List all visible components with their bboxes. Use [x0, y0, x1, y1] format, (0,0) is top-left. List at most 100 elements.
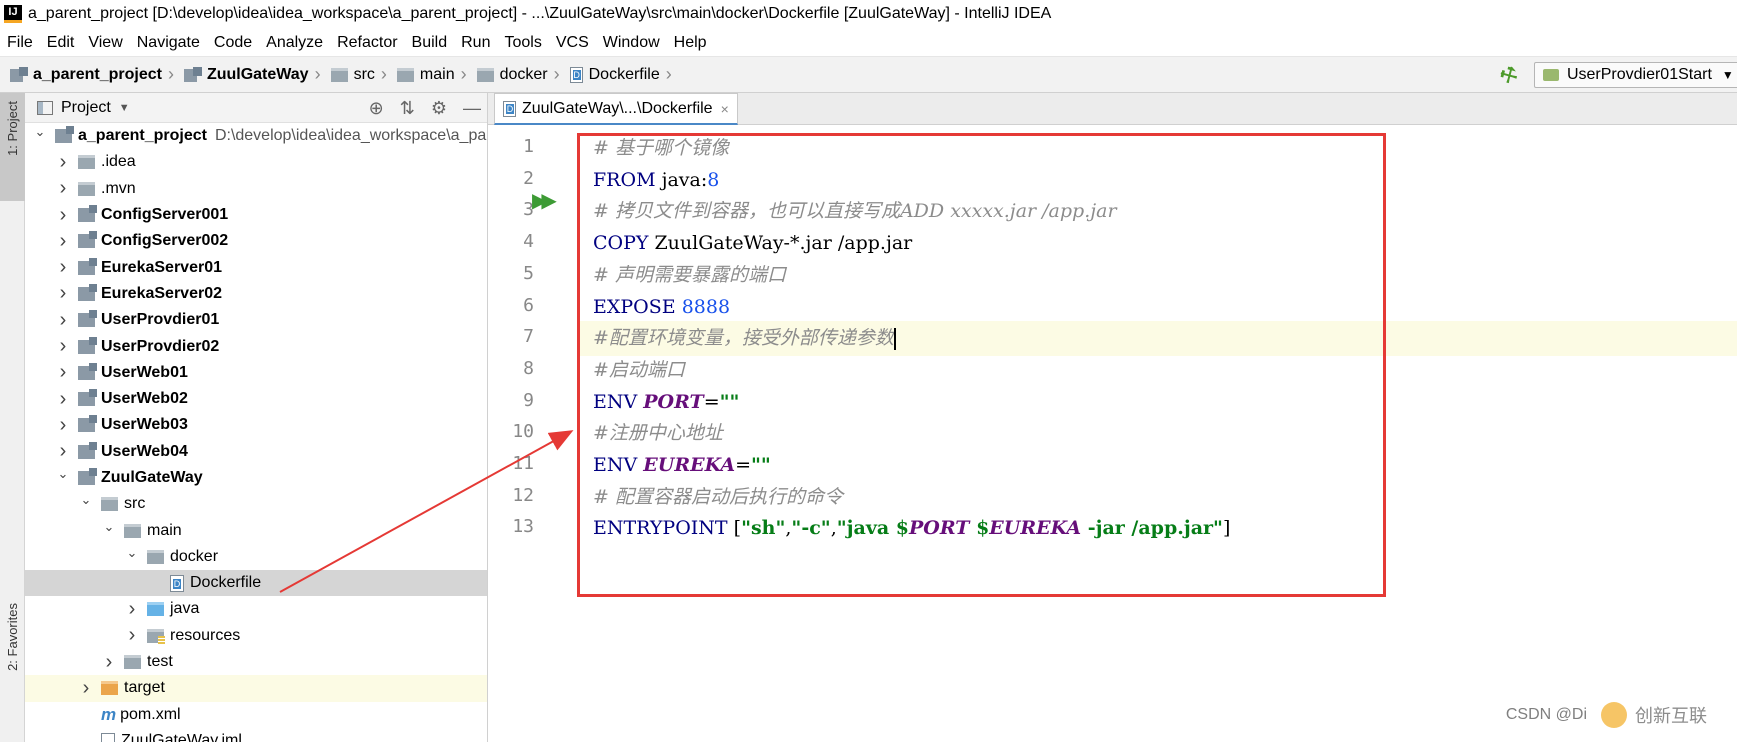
tree-item[interactable]: › resources	[25, 623, 487, 649]
chevron-right-icon[interactable]: ›	[56, 151, 70, 174]
tree-item[interactable]: m pom.xml	[25, 702, 487, 728]
hide-panel-icon[interactable]: —	[463, 98, 481, 119]
menu-run[interactable]: Run	[454, 28, 497, 57]
tree-item[interactable]: › UserProvdier01	[25, 307, 487, 333]
tree-item[interactable]: › UserWeb01	[25, 360, 487, 386]
menu-build[interactable]: Build	[405, 28, 455, 57]
breadcrumb-project[interactable]: a_parent_project ›	[0, 57, 174, 93]
code-area[interactable]: # 基于哪个镜像 FROM java:8 # 拷贝文件到容器，也可以直接写成ADD …	[488, 125, 1737, 742]
chevron-right-icon[interactable]: ›	[56, 309, 70, 332]
code-token: # 拷贝文件到容器，也可以直接写成ADD xxxxx.jar /app.jar	[593, 200, 1117, 223]
build-hammer-icon[interactable]: ⚒	[1495, 60, 1523, 91]
menu-help[interactable]: Help	[667, 28, 714, 57]
chevron-down-icon[interactable]: ⌄	[33, 124, 47, 140]
menu-code[interactable]: Code	[207, 28, 259, 57]
gear-icon[interactable]: ⚙	[431, 98, 447, 119]
chevron-right-icon[interactable]: ›	[56, 256, 70, 279]
chevron-down-icon[interactable]: ⌄	[102, 519, 116, 535]
tree-item-label: a_parent_project	[78, 127, 207, 145]
chevron-right-icon[interactable]: ›	[125, 598, 139, 621]
code-line[interactable]: #配置环境变量，接受外部传递参数	[488, 321, 1737, 357]
editor-tab-dockerfile[interactable]: ZuulGateWay\...\Dockerfile ×	[494, 93, 738, 125]
project-tool-tab[interactable]: 1: Project	[0, 93, 25, 201]
chevron-right-icon[interactable]: ›	[56, 440, 70, 463]
code-line[interactable]: # 基于哪个镜像	[593, 131, 729, 166]
breadcrumb-main[interactable]: main ›	[387, 57, 467, 93]
code-line[interactable]: ENV EUREKA=""	[593, 448, 771, 483]
code-line[interactable]: #注册中心地址	[593, 416, 723, 451]
menu-vcs[interactable]: VCS	[549, 28, 596, 57]
tree-item[interactable]: › test	[25, 649, 487, 675]
tree-item[interactable]: ⌄ main	[25, 517, 487, 543]
menu-file[interactable]: File	[0, 28, 40, 57]
chevron-right-icon[interactable]: ›	[56, 361, 70, 384]
code-line[interactable]: #启动端口	[593, 353, 685, 388]
chevron-right-icon[interactable]: ›	[102, 651, 116, 674]
run-gutter-icon[interactable]: ▶▶	[532, 188, 557, 213]
tree-item[interactable]: ⌄ src	[25, 491, 487, 517]
tree-item[interactable]: › UserWeb04	[25, 439, 487, 465]
collapse-all-icon[interactable]: ⇅	[400, 98, 415, 119]
source-folder-icon	[147, 602, 164, 617]
chevron-right-icon[interactable]: ›	[56, 388, 70, 411]
tree-item[interactable]: › .idea	[25, 149, 487, 175]
code-line[interactable]: FROM java:8	[593, 163, 719, 198]
chevron-right-icon[interactable]: ›	[56, 204, 70, 227]
tree-item[interactable]: › java	[25, 596, 487, 622]
tree-item[interactable]: ZuulGateWay.iml	[25, 728, 487, 742]
code-line[interactable]: ENV PORT=""	[593, 385, 739, 420]
tree-item[interactable]: ⌄ a_parent_project D:\develop\idea\idea_wo…	[25, 123, 487, 149]
chevron-right-icon[interactable]: ›	[56, 177, 70, 200]
code-line[interactable]: COPY ZuulGateWay-*.jar /app.jar	[593, 226, 912, 261]
chevron-down-icon[interactable]: ⌄	[79, 492, 93, 508]
chevron-right-icon[interactable]: ›	[56, 414, 70, 437]
breadcrumb-module[interactable]: ZuulGateWay ›	[174, 57, 321, 93]
tree-item[interactable]: › ConfigServer002	[25, 228, 487, 254]
line-number: 11	[512, 453, 534, 474]
module-icon	[78, 231, 97, 249]
code-line[interactable]: ENTRYPOINT ["sh","-c","java $PORT $EUREK…	[593, 511, 1230, 546]
tree-item[interactable]: ⌄ docker	[25, 544, 487, 570]
code-token: java:	[661, 168, 708, 191]
menu-window[interactable]: Window	[596, 28, 667, 57]
breadcrumb-docker[interactable]: docker ›	[467, 57, 560, 93]
tree-item[interactable]: ⌄ ZuulGateWay	[25, 465, 487, 491]
tree-item[interactable]: › EurekaServer02	[25, 281, 487, 307]
chevron-right-icon[interactable]: ›	[79, 677, 93, 700]
code-line[interactable]: # 配置容器启动后执行的命令	[593, 480, 843, 515]
breadcrumb-src[interactable]: src ›	[321, 57, 387, 93]
chevron-right-icon[interactable]: ›	[125, 624, 139, 647]
chevron-down-icon[interactable]: ⌄	[125, 545, 139, 561]
code-token: # 配置容器启动后执行的命令	[593, 485, 843, 508]
favorites-tool-tab[interactable]: 2: Favorites	[5, 603, 20, 671]
tree-item[interactable]: › target	[25, 675, 487, 702]
menu-view[interactable]: View	[81, 28, 129, 57]
tree-item[interactable]: Dockerfile	[25, 570, 487, 597]
tree-item[interactable]: › UserProvdier02	[25, 333, 487, 359]
locate-target-icon[interactable]: ⊕	[369, 98, 384, 119]
chevron-right-icon[interactable]: ›	[56, 230, 70, 253]
tree-item[interactable]: › ConfigServer001	[25, 202, 487, 228]
menu-refactor[interactable]: Refactor	[330, 28, 404, 57]
menu-tools[interactable]: Tools	[497, 28, 548, 57]
chevron-down-icon[interactable]: ▼	[119, 102, 130, 114]
chevron-down-icon[interactable]: ⌄	[56, 466, 70, 482]
chevron-right-icon[interactable]: ›	[56, 282, 70, 305]
code-token: [	[733, 517, 742, 540]
close-icon[interactable]: ×	[721, 101, 729, 117]
menu-edit[interactable]: Edit	[40, 28, 82, 57]
line-number: 1	[523, 136, 534, 157]
code-line[interactable]: EXPOSE 8888	[593, 290, 730, 325]
menu-analyze[interactable]: Analyze	[259, 28, 330, 57]
project-view-select[interactable]: Project	[61, 99, 111, 117]
code-line[interactable]: # 拷贝文件到容器，也可以直接写成ADD xxxxx.jar /app.jar	[593, 194, 1117, 229]
chevron-right-icon[interactable]: ›	[56, 335, 70, 358]
tree-item[interactable]: › EurekaServer01	[25, 254, 487, 280]
breadcrumb-file[interactable]: Dockerfile›	[560, 57, 672, 93]
tree-item[interactable]: › .mvn	[25, 176, 487, 202]
tree-item[interactable]: › UserWeb03	[25, 412, 487, 438]
tree-item[interactable]: › UserWeb02	[25, 386, 487, 412]
menu-navigate[interactable]: Navigate	[130, 28, 207, 57]
run-configuration-select[interactable]: UserProvdier01Start ▼	[1533, 62, 1737, 88]
code-line[interactable]: # 声明需要暴露的端口	[593, 258, 786, 293]
